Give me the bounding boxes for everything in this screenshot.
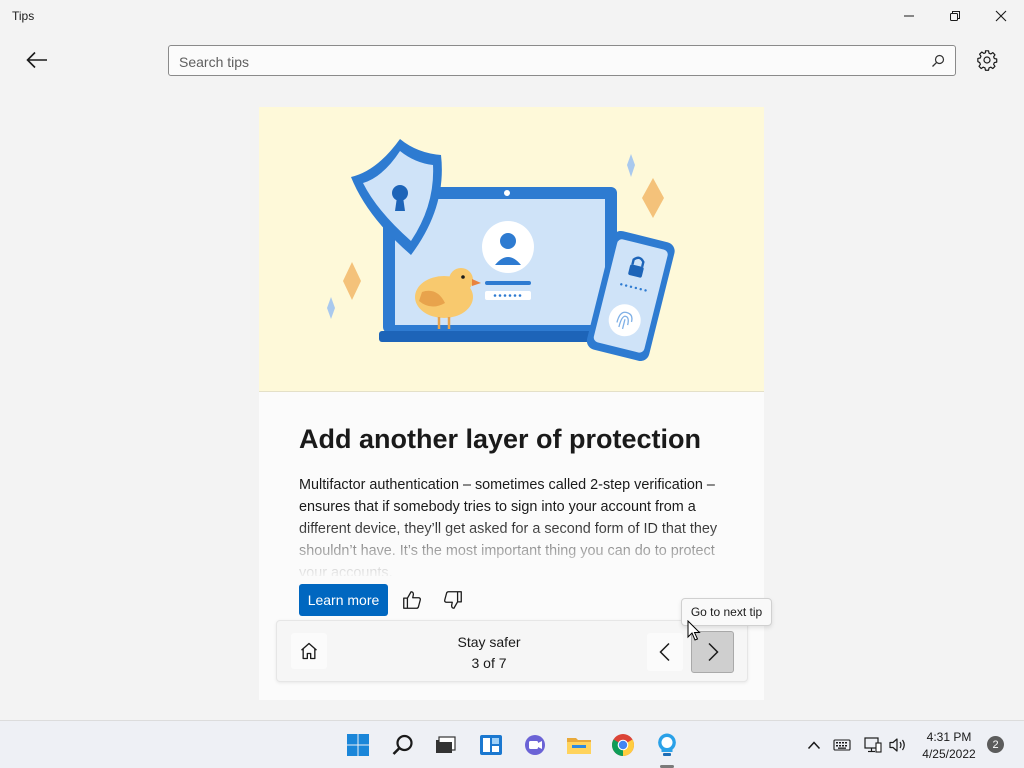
window-title: Tips (12, 9, 35, 23)
home-icon (301, 642, 317, 660)
network-button[interactable] (864, 736, 882, 754)
back-button[interactable] (20, 44, 54, 76)
notification-badge[interactable]: 2 (987, 736, 1004, 753)
widgets-button[interactable] (477, 731, 505, 759)
chrome-icon (612, 734, 634, 756)
chrome-button[interactable] (609, 731, 637, 759)
mouse-cursor-icon (687, 620, 701, 641)
touch-keyboard-button[interactable] (833, 736, 851, 754)
title-bar: Tips (0, 0, 1024, 32)
keyboard-icon (833, 739, 851, 751)
taskbar: 4:31 PM 4/25/2022 2 (0, 720, 1024, 768)
chevron-up-icon (807, 741, 821, 750)
search-icon (392, 734, 413, 755)
close-button[interactable] (978, 0, 1024, 32)
dislike-button[interactable] (440, 587, 466, 613)
task-view-button[interactable] (431, 731, 459, 759)
task-view-icon (436, 736, 456, 753)
thumbs-up-icon (403, 591, 421, 609)
folder-icon (567, 738, 591, 754)
thumbs-down-icon (444, 591, 462, 609)
collection-title: Stay safer (457, 634, 521, 650)
chevron-left-icon (659, 642, 670, 662)
minimize-button[interactable] (886, 0, 932, 32)
home-button[interactable] (291, 633, 327, 669)
restore-icon (950, 11, 960, 21)
clock-time[interactable]: 4:31 PM (918, 730, 980, 744)
search-box[interactable]: Search tips (168, 45, 956, 76)
security-illustration (327, 139, 675, 361)
close-icon (995, 10, 1007, 22)
tip-title: Add another layer of protection (299, 424, 702, 454)
settings-button[interactable] (972, 45, 1002, 75)
show-hidden-icons-button[interactable] (805, 736, 823, 754)
volume-button[interactable] (889, 736, 907, 754)
gear-icon (977, 50, 998, 71)
restore-button[interactable] (932, 0, 978, 32)
clock-date[interactable]: 4/25/2022 (918, 747, 980, 761)
tip-position: 3 of 7 (471, 655, 507, 671)
widgets-icon (480, 735, 502, 755)
previous-tip-button[interactable] (647, 633, 683, 671)
tip-illustration (259, 107, 764, 392)
lightbulb-icon (658, 733, 676, 756)
search-icon[interactable] (931, 54, 945, 68)
chevron-right-icon (707, 642, 719, 662)
windows-logo-icon (347, 734, 369, 756)
tip-navigation-bar: Stay safer 3 of 7 (276, 620, 748, 682)
back-arrow-icon (26, 51, 47, 69)
taskbar-search-button[interactable] (389, 731, 417, 759)
tip-body: Multifactor authentication – sometimes c… (299, 477, 718, 576)
search-input[interactable]: Search tips (179, 54, 249, 70)
speaker-icon (889, 738, 905, 752)
tips-app-button[interactable] (653, 731, 681, 759)
file-explorer-button[interactable] (565, 731, 593, 759)
chat-icon (525, 735, 545, 755)
chat-button[interactable] (521, 731, 549, 759)
start-button[interactable] (344, 731, 372, 759)
minimize-icon (904, 15, 914, 17)
learn-more-button[interactable]: Learn more (299, 584, 388, 616)
network-icon (864, 737, 882, 753)
like-button[interactable] (399, 587, 425, 613)
